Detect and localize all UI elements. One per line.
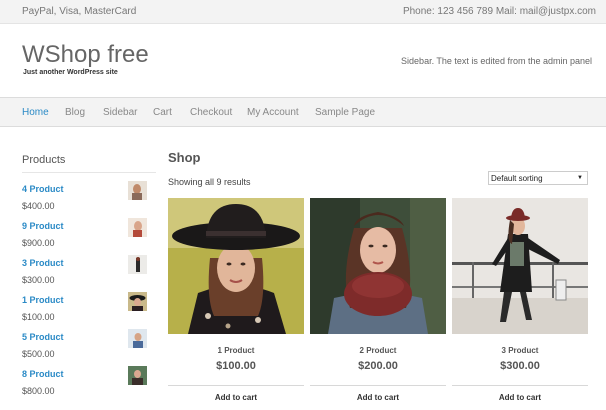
- product-price: $100.00: [216, 360, 256, 372]
- product-thumbnail[interactable]: [128, 218, 147, 237]
- sidebar-product-price: $100.00: [22, 312, 55, 322]
- add-to-cart-button[interactable]: Add to cart: [452, 393, 588, 402]
- chevron-down-icon: ▼: [577, 175, 583, 181]
- nav-item-checkout[interactable]: Checkout: [190, 107, 232, 118]
- payment-methods: PayPal, Visa, MasterCard: [22, 6, 137, 17]
- page-title: Shop: [168, 150, 201, 165]
- sidebar-product-name[interactable]: 9 Product: [22, 221, 64, 231]
- sorting-select[interactable]: Default sorting ▼: [488, 171, 588, 185]
- product-thumbnail[interactable]: [128, 181, 147, 200]
- nav-item-cart[interactable]: Cart: [153, 107, 172, 118]
- product-name[interactable]: 2 Product: [310, 346, 446, 355]
- result-count: Showing all 9 results: [168, 177, 251, 187]
- nav-item-blog[interactable]: Blog: [65, 107, 85, 118]
- shop-content: Shop Showing all 9 results Default sorti…: [168, 148, 588, 410]
- sidebar-product-name[interactable]: 8 Product: [22, 369, 64, 379]
- product-thumbnail[interactable]: [128, 255, 147, 274]
- sidebar-product[interactable]: 4 Product $400.00: [22, 181, 156, 221]
- divider: [310, 385, 446, 386]
- sidebar-product-price: $800.00: [22, 386, 55, 396]
- nav-item-sidebar[interactable]: Sidebar: [103, 107, 137, 118]
- sidebar-product[interactable]: 9 Product $900.00: [22, 218, 156, 258]
- product-card: 1 Product $100.00 Add to cart: [168, 198, 304, 410]
- nav-item-sample-page[interactable]: Sample Page: [315, 107, 375, 118]
- top-bar: PayPal, Visa, MasterCard Phone: 123 456 …: [0, 0, 606, 24]
- product-name[interactable]: 1 Product: [168, 346, 304, 355]
- sidebar-product[interactable]: 5 Product $500.00: [22, 329, 156, 369]
- product-card: 3 Product $300.00 Add to cart: [452, 198, 588, 410]
- add-to-cart-button[interactable]: Add to cart: [168, 393, 304, 402]
- product-name[interactable]: 3 Product: [452, 346, 588, 355]
- add-to-cart-button[interactable]: Add to cart: [310, 393, 446, 402]
- site-title[interactable]: WShop free: [22, 41, 149, 69]
- sidebar-title: Products: [22, 154, 156, 173]
- sidebar-product-price: $500.00: [22, 349, 55, 359]
- product-price: $200.00: [358, 360, 398, 372]
- site-header: WShop free Just another WordPress site S…: [0, 25, 606, 97]
- sidebar-product-name[interactable]: 4 Product: [22, 184, 64, 194]
- sidebar-product-name[interactable]: 5 Product: [22, 332, 64, 342]
- sorting-selected-value: Default sorting: [491, 174, 543, 183]
- product-card: 2 Product $200.00 Add to cart: [310, 198, 446, 410]
- sidebar-product-name[interactable]: 1 Product: [22, 295, 64, 305]
- product-image[interactable]: [452, 198, 588, 334]
- header-sidebar-text: Sidebar. The text is edited from the adm…: [401, 56, 592, 66]
- sidebar-product-price: $900.00: [22, 238, 55, 248]
- divider: [452, 385, 588, 386]
- nav-item-home[interactable]: Home: [22, 107, 49, 118]
- site-description: Just another WordPress site: [23, 69, 118, 76]
- divider: [168, 385, 304, 386]
- nav-item-my-account[interactable]: My Account: [247, 107, 299, 118]
- main-navigation: Home Blog Sidebar Cart Checkout My Accou…: [0, 97, 606, 127]
- sidebar: Products 4 Product $400.00 9 Product $90…: [22, 154, 156, 396]
- sidebar-product[interactable]: 1 Product $100.00: [22, 292, 156, 332]
- sidebar-product-name[interactable]: 3 Product: [22, 258, 64, 268]
- product-image[interactable]: [310, 198, 446, 334]
- contact-info: Phone: 123 456 789 Mail: mail@justpx.com: [402, 6, 596, 17]
- product-thumbnail[interactable]: [128, 329, 147, 348]
- sidebar-product-price: $300.00: [22, 275, 55, 285]
- product-thumbnail[interactable]: [128, 366, 147, 385]
- product-price: $300.00: [500, 360, 540, 372]
- sidebar-product-price: $400.00: [22, 201, 55, 211]
- sidebar-product[interactable]: 8 Product $800.00: [22, 366, 156, 406]
- product-image[interactable]: [168, 198, 304, 334]
- sidebar-product[interactable]: 3 Product $300.00: [22, 255, 156, 295]
- product-thumbnail[interactable]: [128, 292, 147, 311]
